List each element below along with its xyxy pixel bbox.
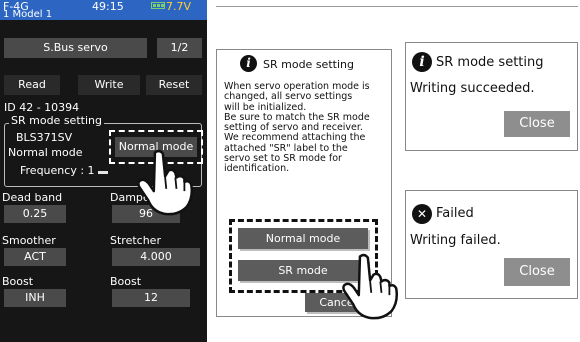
pointing-hand-icon: [342, 253, 399, 320]
failed-message: Writing failed.: [410, 233, 501, 248]
screen-title-button[interactable]: S.Bus servo: [4, 38, 147, 58]
frequency-bar: [98, 171, 108, 174]
param-label-smoother: Smoother: [2, 234, 56, 247]
param-value-stretcher[interactable]: 4.000: [112, 248, 200, 266]
servo-model-name: BLS371SV: [16, 131, 73, 144]
sr-dialog-paragraph-1: When servo operation mode is changed, al…: [224, 81, 370, 113]
sr-mode-group-title: SR mode setting: [9, 114, 104, 127]
param-label-boost-right: Boost: [110, 275, 142, 288]
sr-dialog-body: When servo operation mode is changed, al…: [224, 81, 390, 175]
failed-dialog-title: Failed: [436, 206, 474, 221]
timer-display: 49:15: [92, 0, 124, 13]
battery-voltage: 7.7V: [166, 0, 192, 13]
current-mode-text: Normal mode: [8, 146, 83, 159]
frequency-label: Frequency : 1: [20, 164, 95, 177]
success-close-button[interactable]: Close: [504, 111, 570, 137]
success-dialog-title: SR mode setting: [436, 55, 544, 70]
param-label-dead-band: Dead band: [2, 191, 63, 204]
failed-close-button[interactable]: Close: [504, 258, 570, 286]
param-label-boost-left: Boost: [2, 275, 34, 288]
page-indicator-button[interactable]: 1/2: [157, 38, 202, 58]
pointing-hand-icon: [137, 149, 194, 216]
model-name: 1 Model 1: [3, 9, 53, 20]
info-icon: i: [412, 52, 432, 72]
servo-id-line: ID 42 - 10394: [4, 101, 80, 114]
success-message: Writing succeeded.: [410, 81, 535, 96]
sr-dialog-paragraph-2: Be sure to match the SR mode setting of …: [224, 111, 370, 134]
status-bar: F-4G 49:15 7.7V 1 Model 1: [0, 0, 207, 20]
sr-dialog-title: SR mode setting: [263, 58, 354, 71]
write-button[interactable]: Write: [78, 75, 140, 95]
read-button[interactable]: Read: [4, 75, 60, 95]
param-value-dead-band[interactable]: 0.25: [4, 205, 66, 223]
sr-dialog-paragraph-3: We recommend attaching the attached "SR"…: [224, 132, 366, 175]
param-label-stretcher: Stretcher: [110, 234, 161, 247]
param-value-smoother[interactable]: ACT: [4, 248, 66, 266]
battery-icon: [151, 2, 165, 9]
reset-button[interactable]: Reset: [146, 75, 202, 95]
param-value-boost-right[interactable]: 12: [112, 289, 190, 307]
top-divider-line: [216, 6, 578, 7]
info-icon: i: [240, 55, 257, 72]
error-x-icon: ✕: [412, 204, 432, 224]
param-value-boost-left[interactable]: INH: [4, 289, 66, 307]
